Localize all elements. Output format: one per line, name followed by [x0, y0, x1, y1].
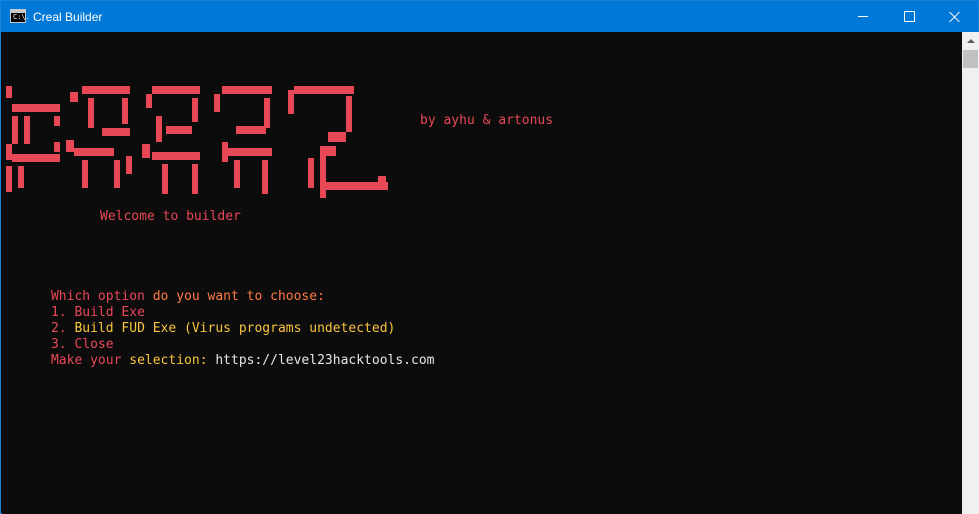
maximize-button[interactable]	[886, 1, 932, 32]
window-title: Creal Builder	[33, 10, 103, 24]
console-output[interactable]: by ayhu & artonus Welcome to builder Whi…	[2, 32, 962, 514]
logo-glyphs	[6, 86, 388, 198]
scroll-up-button[interactable]	[962, 32, 979, 49]
selection-label-a: Make your	[50, 353, 130, 368]
selection-label-b: selection:	[129, 353, 216, 368]
menu-prompt-part2: do you want to choose:	[152, 289, 325, 304]
scroll-thumb[interactable]	[963, 50, 978, 68]
vertical-scrollbar[interactable]	[962, 32, 979, 514]
credits-text: by ayhu & artonus	[420, 113, 554, 128]
option-label: Build FUD Exe (Virus programs undetected…	[74, 321, 396, 336]
minimize-icon	[858, 16, 868, 17]
chevron-up-icon	[966, 38, 975, 43]
console-icon[interactable]: C:\.	[10, 9, 30, 23]
maximize-icon	[903, 11, 915, 22]
console-window: C:\. Creal Builder by ayhu & artonus Wel…	[0, 0, 979, 514]
welcome-text: Welcome to builder	[100, 209, 241, 224]
console-icon-glyph: C:\.	[13, 13, 30, 21]
close-icon	[949, 11, 961, 23]
title-bar[interactable]: C:\. Creal Builder	[1, 1, 978, 32]
minimize-button[interactable]	[840, 1, 886, 32]
selection-prompt[interactable]: Make your selection: https://level23hack…	[4, 337, 435, 385]
close-button[interactable]	[932, 1, 978, 32]
selection-input[interactable]: https://level23hacktools.com	[215, 353, 434, 368]
